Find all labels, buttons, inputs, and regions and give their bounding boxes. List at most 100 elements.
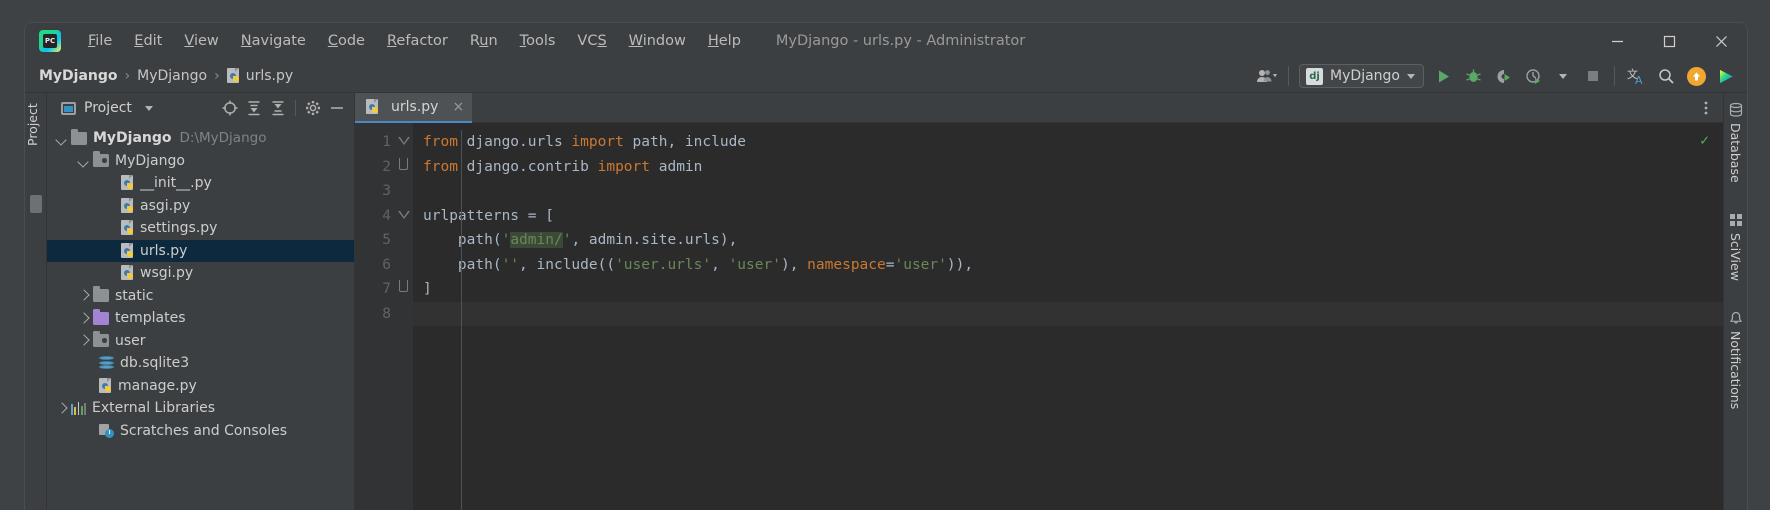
- chevron-right-icon[interactable]: [55, 402, 68, 415]
- chevron-right-icon[interactable]: [77, 312, 90, 325]
- menu-view[interactable]: View: [173, 29, 229, 53]
- close-icon[interactable]: ×: [452, 100, 464, 114]
- tree-row-mydjango-root[interactable]: MyDjango D:\MyDjango: [47, 127, 354, 150]
- tool-window-button-sciview[interactable]: SciView: [1728, 233, 1743, 281]
- database-icon[interactable]: [1726, 99, 1746, 121]
- search-everywhere-button[interactable]: [1653, 63, 1679, 89]
- settings-button[interactable]: [302, 97, 324, 119]
- menu-help[interactable]: Help: [697, 29, 752, 53]
- minimize-button[interactable]: [1591, 23, 1643, 59]
- breadcrumb-separator: ›: [214, 67, 220, 84]
- breadcrumb-item-package[interactable]: MyDjango: [137, 68, 207, 84]
- project-panel-tools: [219, 97, 348, 119]
- window-controls: [1591, 23, 1747, 59]
- tool-window-button-database[interactable]: Database: [1728, 123, 1743, 183]
- python-file-icon: [226, 67, 241, 84]
- tree-row-db-sqlite3[interactable]: db.sqlite3: [47, 352, 354, 375]
- select-opened-file-button[interactable]: [219, 97, 241, 119]
- code-content[interactable]: from django.urls import path, include fr…: [413, 123, 1723, 510]
- code-line-7: ]: [423, 281, 432, 297]
- fold-marker-end[interactable]: [397, 277, 413, 302]
- menu-code[interactable]: Code: [317, 29, 376, 53]
- update-available-button[interactable]: [1683, 63, 1709, 89]
- code-editor[interactable]: 1 2 3 4 5 6 7 8 from django.urls import …: [355, 123, 1723, 510]
- menu-window[interactable]: Window: [618, 29, 697, 53]
- tree-label: MyDjango: [93, 130, 172, 147]
- fold-marker-open[interactable]: [397, 130, 413, 155]
- tree-row-external-libraries[interactable]: External Libraries: [47, 397, 354, 420]
- profile-dropdown-button[interactable]: [1550, 63, 1576, 89]
- chevron-down-icon[interactable]: [55, 132, 68, 145]
- fold-marker-none: [397, 302, 413, 327]
- sciview-icon[interactable]: [1726, 209, 1746, 231]
- profile-button[interactable]: [1520, 63, 1546, 89]
- notifications-icon[interactable]: [1726, 307, 1746, 329]
- menu-navigate[interactable]: Navigate: [230, 29, 317, 53]
- chevron-right-icon[interactable]: [77, 289, 90, 302]
- tree-row-manage-py[interactable]: manage.py: [47, 375, 354, 398]
- menu-tools[interactable]: Tools: [509, 29, 567, 53]
- navigation-bar: MyDjango › MyDjango › urls.py dj MyDjang…: [25, 59, 1747, 93]
- code-line-1: from django.urls import path, include: [423, 134, 747, 150]
- database-icon: [99, 356, 114, 370]
- tree-row-static[interactable]: static: [47, 285, 354, 308]
- tree-label: wsgi.py: [140, 265, 194, 282]
- breadcrumb-item-project[interactable]: MyDjango: [39, 68, 118, 84]
- translate-button[interactable]: 文 A: [1623, 63, 1649, 89]
- close-button[interactable]: [1695, 23, 1747, 59]
- run-configuration-selector[interactable]: dj MyDjango: [1299, 64, 1424, 88]
- tree-row-user[interactable]: user: [47, 330, 354, 353]
- chevron-down-icon[interactable]: [77, 154, 90, 167]
- fold-marker-open[interactable]: [397, 204, 413, 229]
- tree-path: D:\MyDjango: [179, 130, 267, 147]
- tree-label: MyDjango: [115, 152, 185, 169]
- run-with-coverage-button[interactable]: [1490, 63, 1516, 89]
- tree-row-asgi-py[interactable]: asgi.py: [47, 195, 354, 218]
- collapse-all-button[interactable]: [267, 97, 289, 119]
- pycharm-logo-label: PC: [44, 37, 56, 45]
- hide-panel-button[interactable]: [326, 97, 348, 119]
- right-tool-stripe: Database SciView Notifications: [1723, 93, 1747, 510]
- chevron-down-icon[interactable]: [144, 105, 153, 111]
- menu-file[interactable]: File: [77, 29, 123, 53]
- project-icon: [61, 101, 76, 115]
- tool-window-button-project[interactable]: Project: [25, 99, 47, 167]
- tree-row-mydjango-package[interactable]: MyDjango: [47, 150, 354, 173]
- breadcrumb: MyDjango › MyDjango › urls.py: [39, 67, 293, 84]
- project-panel-header: Project: [47, 93, 354, 123]
- expand-all-button[interactable]: [243, 97, 265, 119]
- fold-marker-end[interactable]: [397, 155, 413, 180]
- inspection-status-icon[interactable]: ✓: [1700, 131, 1709, 149]
- menu-vcs[interactable]: VCS: [566, 29, 617, 53]
- user-account-button[interactable]: [1254, 63, 1280, 89]
- run-button[interactable]: [1430, 63, 1456, 89]
- editor-gutter[interactable]: 1 2 3 4 5 6 7 8: [355, 123, 413, 510]
- tool-window-button-notifications[interactable]: Notifications: [1728, 331, 1743, 409]
- tree-row-init-py[interactable]: __init__.py: [47, 172, 354, 195]
- tree-row-templates[interactable]: templates: [47, 307, 354, 330]
- menu-run[interactable]: Run: [459, 29, 509, 53]
- editor-options-button[interactable]: [1695, 97, 1717, 119]
- tree-row-scratches-and-consoles[interactable]: Scratches and Consoles: [47, 420, 354, 443]
- breadcrumb-item-file[interactable]: urls.py: [226, 67, 293, 84]
- debug-button[interactable]: [1460, 63, 1486, 89]
- folder-icon: [93, 286, 109, 303]
- structure-stripe-icon[interactable]: [30, 195, 42, 213]
- chevron-right-icon[interactable]: [77, 334, 90, 347]
- menu-edit[interactable]: Edit: [123, 29, 173, 53]
- tree-row-settings-py[interactable]: settings.py: [47, 217, 354, 240]
- code-line-2: from django.contrib import admin: [423, 158, 703, 175]
- tree-row-urls-py[interactable]: urls.py: [47, 239, 354, 262]
- code-line-4: urlpatterns = [: [423, 207, 554, 224]
- ide-window: PC File Edit View Navigate Code Refactor…: [24, 22, 1748, 510]
- menu-refactor[interactable]: Refactor: [376, 29, 459, 53]
- folder-icon: [71, 128, 87, 145]
- stop-button[interactable]: [1580, 63, 1606, 89]
- fold-marker-none: [397, 228, 413, 253]
- tree-row-wsgi-py[interactable]: wsgi.py: [47, 262, 354, 285]
- maximize-button[interactable]: [1643, 23, 1695, 59]
- plugin-button[interactable]: [1713, 63, 1739, 89]
- editor-tab-urls-py[interactable]: urls.py ×: [355, 93, 473, 123]
- editor-tab-bar: urls.py ×: [355, 93, 1723, 123]
